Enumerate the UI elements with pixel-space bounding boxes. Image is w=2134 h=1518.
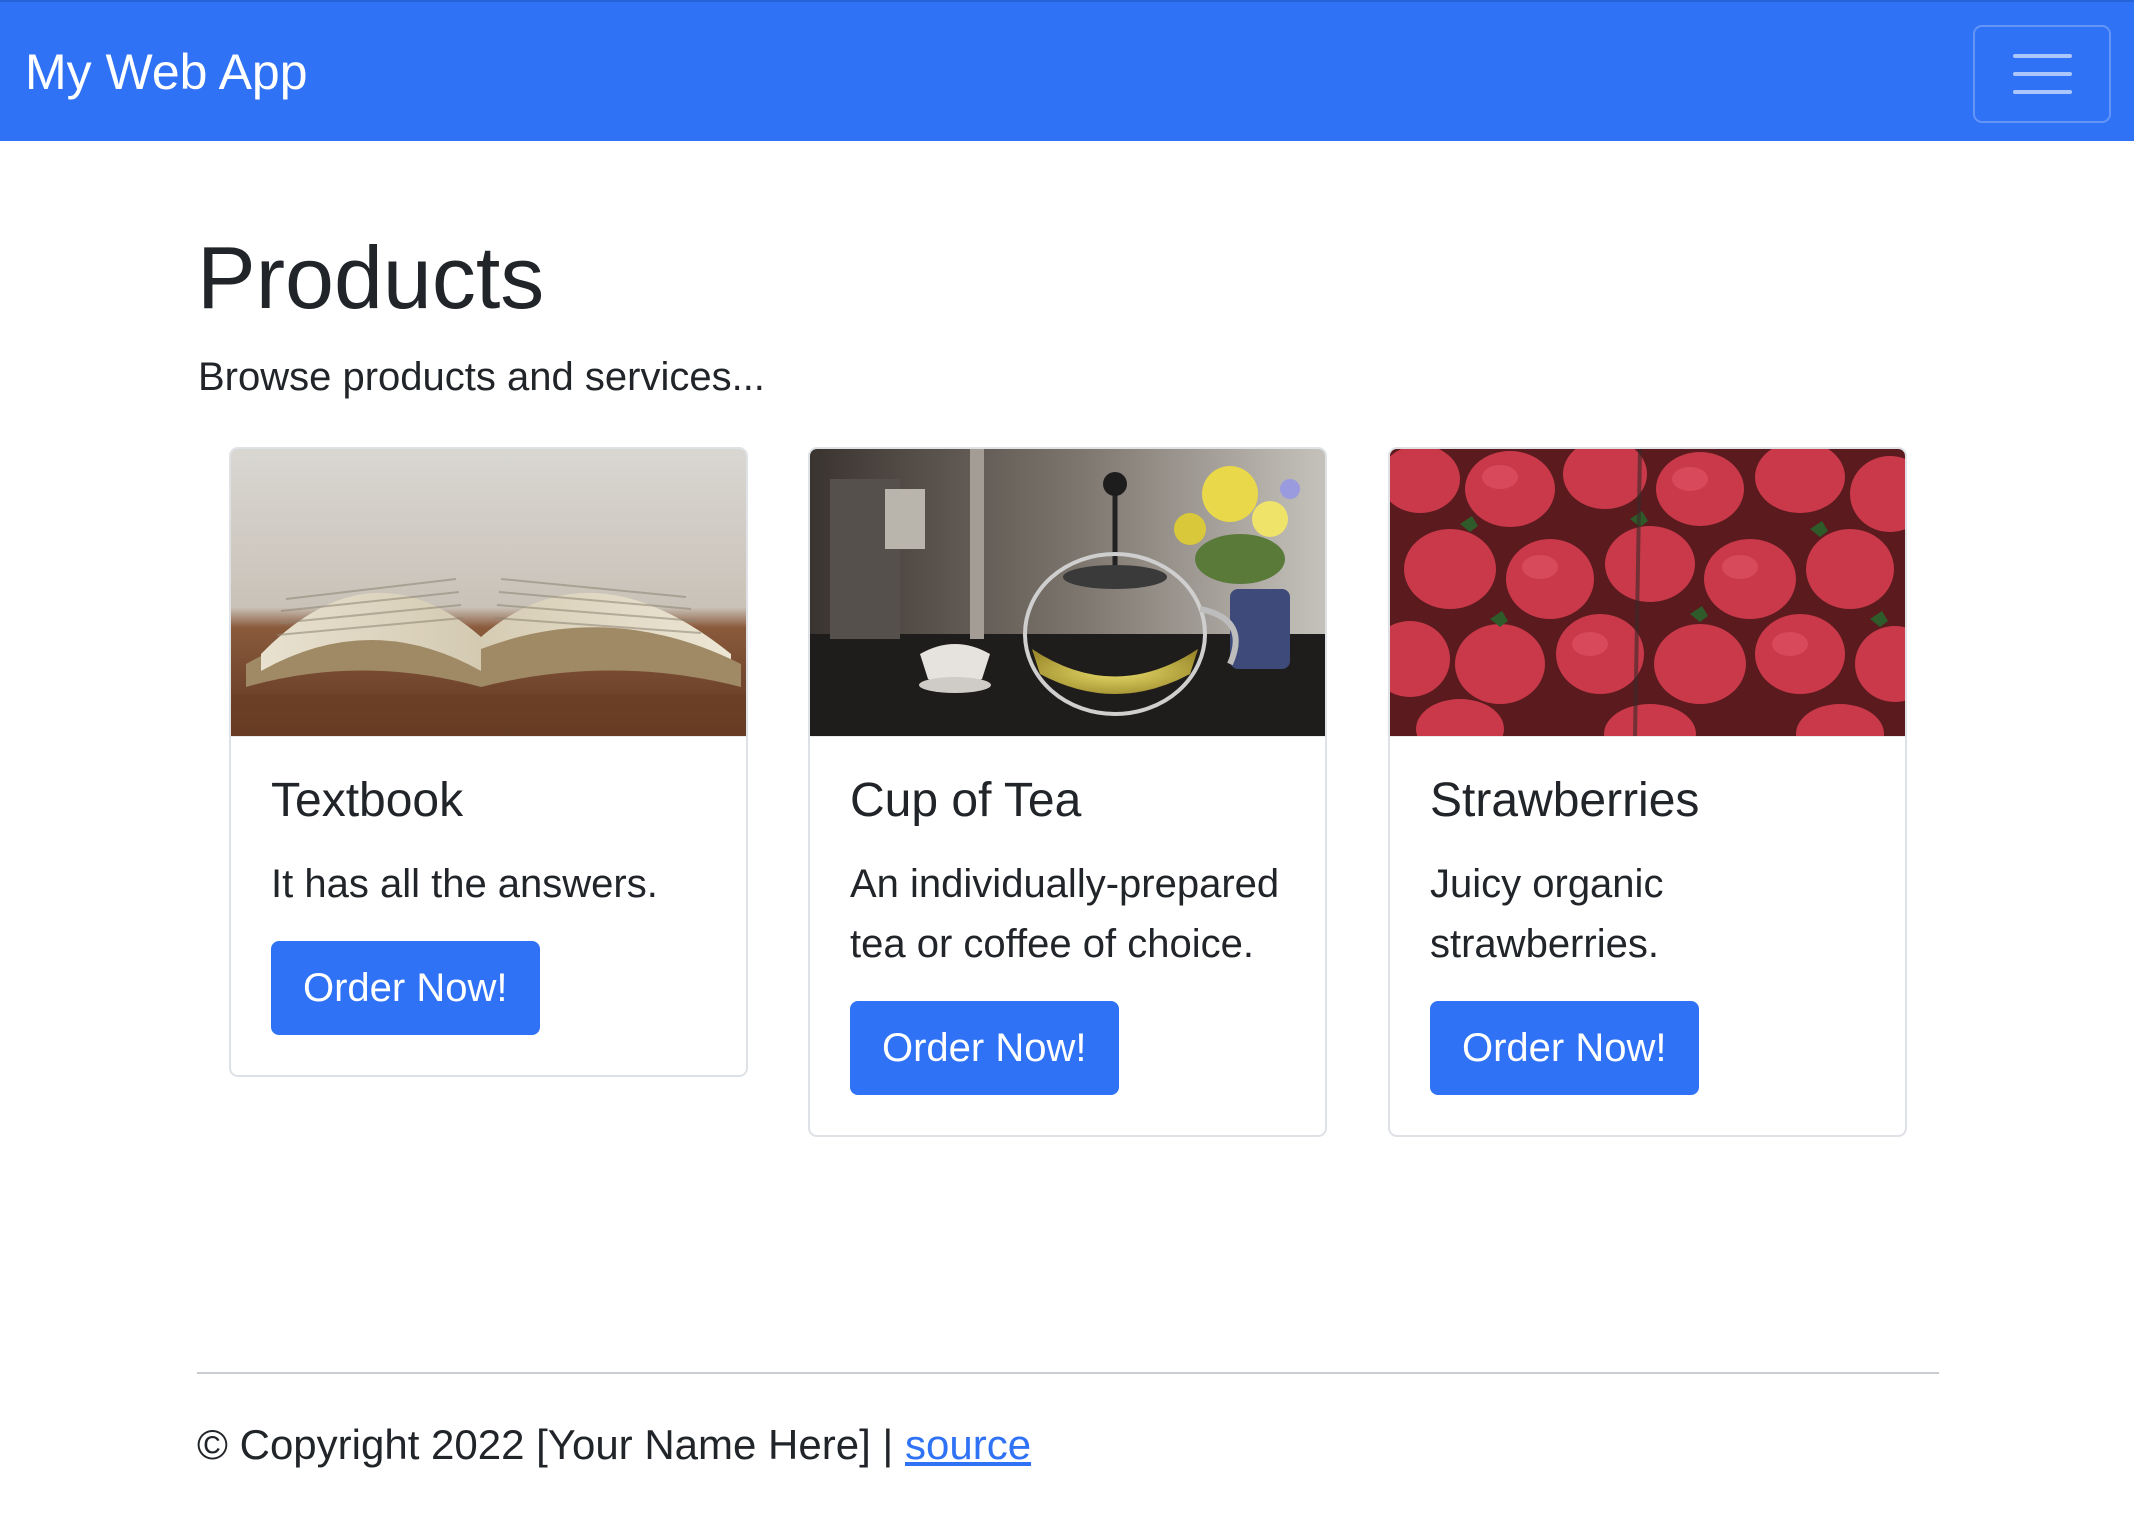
card-description: An individually-prepared tea or coffee o… — [850, 862, 1280, 966]
source-link[interactable]: source — [905, 1421, 1031, 1468]
product-card-textbook: Textbook It has all the answers. Order N… — [229, 447, 748, 1077]
page-intro: Browse products and services... — [198, 355, 765, 399]
card-body: Textbook It has all the answers. Order N… — [231, 737, 746, 1075]
card-title: Textbook — [271, 774, 464, 827]
brand-link[interactable]: My Web App — [25, 42, 308, 102]
copyright-text: © Copyright 2022 [Your Name Here] | — [197, 1421, 905, 1468]
order-now-button[interactable]: Order Now! — [850, 1001, 1119, 1095]
textbook-image — [231, 449, 746, 737]
card-body: Strawberries Juicy organic strawberries.… — [1390, 737, 1905, 1135]
card-description: It has all the answers. — [271, 862, 658, 906]
card-title: Cup of Tea — [850, 774, 1082, 827]
footer-divider — [197, 1372, 1939, 1374]
navbar-toggler-button[interactable] — [1973, 25, 2111, 123]
page-title: Products — [197, 228, 545, 327]
card-title: Strawberries — [1430, 774, 1700, 827]
card-description: Juicy organic strawberries. — [1430, 862, 1664, 966]
hamburger-menu-icon — [2012, 54, 2072, 58]
product-card-cup-of-tea: Cup of Tea An individually-prepared tea … — [808, 447, 1327, 1137]
card-body: Cup of Tea An individually-prepared tea … — [810, 737, 1325, 1135]
footer: © Copyright 2022 [Your Name Here] | sour… — [197, 1417, 1031, 1473]
strawberries-image — [1390, 449, 1905, 737]
teapot-image — [810, 449, 1325, 737]
product-card-strawberries: Strawberries Juicy organic strawberries.… — [1388, 447, 1907, 1137]
order-now-button[interactable]: Order Now! — [271, 941, 540, 1035]
top-navbar: My Web App — [0, 0, 2134, 141]
order-now-button[interactable]: Order Now! — [1430, 1001, 1699, 1095]
